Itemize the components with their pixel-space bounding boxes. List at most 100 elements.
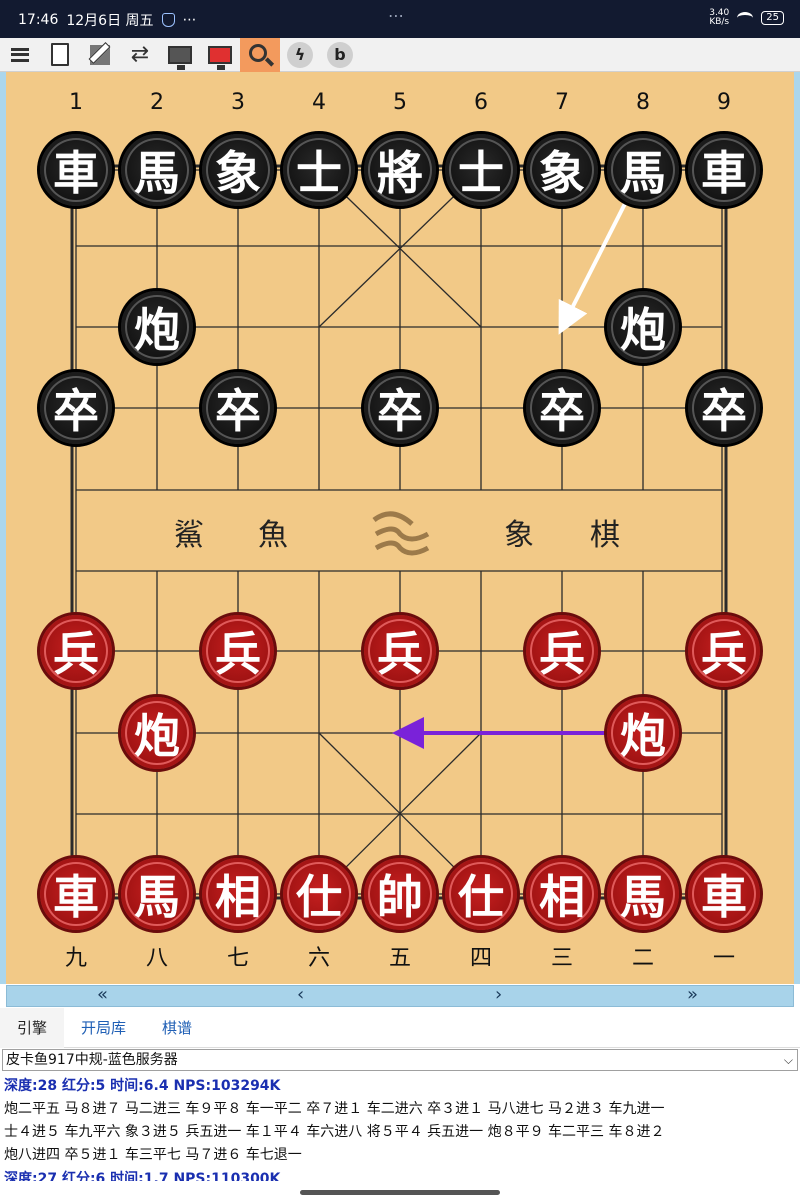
river-text: 象 bbox=[504, 518, 534, 553]
net-speed: 3.40 KB/s bbox=[709, 8, 730, 27]
file-label-top: 6 bbox=[474, 90, 488, 115]
flash-icon: ϟ bbox=[287, 41, 313, 68]
battery-icon: 25 bbox=[761, 11, 784, 25]
next-move-button[interactable]: › bbox=[495, 984, 502, 1005]
edit-icon bbox=[90, 44, 110, 65]
red-chariot[interactable]: 車 bbox=[685, 855, 763, 933]
status-bar: 17:46 12月6日 周五 ⋯ ⋯ 3.40 KB/s 25 bbox=[0, 0, 800, 38]
black-soldier[interactable]: 卒 bbox=[685, 369, 763, 447]
analysis-info-line: 深度:27 红分:6 时间:1.7 NPS:110300K bbox=[4, 1171, 281, 1181]
file-label-bottom: 六 bbox=[307, 946, 330, 971]
red-cannon[interactable]: 炮 bbox=[118, 694, 196, 772]
fish-logo-icon bbox=[372, 511, 430, 556]
menu-icon bbox=[11, 47, 29, 62]
black-advisor[interactable]: 士 bbox=[280, 131, 358, 209]
red-advisor[interactable]: 仕 bbox=[442, 855, 520, 933]
black-cannon[interactable]: 炮 bbox=[604, 288, 682, 366]
flip-board-icon: ⇄ bbox=[130, 42, 150, 67]
red-soldier[interactable]: 兵 bbox=[199, 612, 277, 690]
principal-variation-line: 炮八进四 卒５进１ 车三平七 马７进６ 车七退一 bbox=[4, 1147, 302, 1163]
xiangqi-board[interactable]: 1 2 3 4 5 6 7 8 9 九 八 七 六 五 四 三 二 一 鯊 魚 … bbox=[6, 72, 794, 984]
red-soldier[interactable]: 兵 bbox=[37, 612, 115, 690]
prev-move-button[interactable]: ‹ bbox=[297, 984, 304, 1005]
multitask-handle-icon[interactable]: ⋯ bbox=[388, 6, 406, 25]
file-label-top: 1 bbox=[69, 90, 83, 115]
black-soldier[interactable]: 卒 bbox=[37, 369, 115, 447]
flash-button[interactable]: ϟ bbox=[280, 38, 320, 72]
file-label-bottom: 五 bbox=[388, 946, 411, 971]
file-label-top: 7 bbox=[555, 90, 569, 115]
black-horse[interactable]: 馬 bbox=[604, 131, 682, 209]
toolbar: ⇄ ϟ b bbox=[0, 37, 800, 72]
red-chariot[interactable]: 車 bbox=[37, 855, 115, 933]
black-soldier[interactable]: 卒 bbox=[199, 369, 277, 447]
black-chariot[interactable]: 車 bbox=[685, 131, 763, 209]
status-time: 17:46 bbox=[18, 12, 59, 28]
river-text: 棋 bbox=[590, 518, 620, 553]
file-label-top: 9 bbox=[717, 90, 731, 115]
red-soldier[interactable]: 兵 bbox=[523, 612, 601, 690]
file-label-bottom: 一 bbox=[712, 946, 735, 971]
flip-board-button[interactable]: ⇄ bbox=[120, 38, 160, 72]
black-advisor[interactable]: 士 bbox=[442, 131, 520, 209]
new-game-button[interactable] bbox=[40, 38, 80, 72]
red-soldier[interactable]: 兵 bbox=[685, 612, 763, 690]
menu-button[interactable] bbox=[0, 38, 40, 72]
black-cannon[interactable]: 炮 bbox=[118, 288, 196, 366]
red-elephant[interactable]: 相 bbox=[199, 855, 277, 933]
file-label-bottom: 四 bbox=[469, 946, 492, 971]
computer-black-button[interactable] bbox=[160, 38, 200, 72]
file-label-top: 4 bbox=[312, 90, 326, 115]
computer-red-icon bbox=[208, 45, 232, 70]
principal-variation-line: 炮二平五 马８进７ 马二进三 车９平８ 车一平二 卒７进１ 车二进六 卒３进１ … bbox=[4, 1101, 665, 1117]
last-move-button[interactable]: » bbox=[687, 984, 698, 1005]
red-horse[interactable]: 馬 bbox=[118, 855, 196, 933]
river-text: 鯊 bbox=[174, 518, 204, 553]
river-text: 魚 bbox=[258, 518, 288, 553]
analyze-button[interactable] bbox=[240, 37, 280, 72]
move-navigation-bar: « ‹ › » bbox=[6, 984, 794, 1007]
black-general[interactable]: 將 bbox=[361, 131, 439, 209]
more-notifications-icon: ⋯ bbox=[182, 12, 198, 28]
file-label-bottom: 九 bbox=[64, 946, 87, 971]
tab-engine[interactable]: 引擎 bbox=[0, 1008, 65, 1048]
engine-analysis: 深度:28 红分:5 时间:6.4 NPS:103294K 炮二平五 马８进７ … bbox=[4, 1075, 796, 1181]
black-soldier[interactable]: 卒 bbox=[361, 369, 439, 447]
black-horse[interactable]: 馬 bbox=[118, 131, 196, 209]
tab-opening-book[interactable]: 开局库 bbox=[64, 1008, 143, 1048]
principal-variation-line: 士４进５ 车九平六 象３进５ 兵五进一 车１平４ 车六进八 将５平４ 兵五进一 … bbox=[4, 1124, 665, 1140]
red-advisor[interactable]: 仕 bbox=[280, 855, 358, 933]
red-general[interactable]: 帥 bbox=[361, 855, 439, 933]
red-horse[interactable]: 馬 bbox=[604, 855, 682, 933]
file-label-top: 3 bbox=[231, 90, 245, 115]
engine-select[interactable]: 皮卡鱼917中规-蓝色服务器 ⌵ bbox=[2, 1049, 798, 1071]
b-button[interactable]: b bbox=[320, 38, 360, 72]
engine-select-value: 皮卡鱼917中规-蓝色服务器 bbox=[6, 1052, 178, 1068]
file-label-top: 2 bbox=[150, 90, 164, 115]
status-date: 12月6日 周五 bbox=[66, 13, 154, 29]
file-label-top: 8 bbox=[636, 90, 650, 115]
edit-board-button[interactable] bbox=[80, 38, 120, 72]
black-elephant[interactable]: 象 bbox=[199, 131, 277, 209]
computer-black-icon bbox=[168, 45, 192, 70]
file-label-bottom: 八 bbox=[145, 946, 168, 971]
home-indicator[interactable] bbox=[300, 1190, 500, 1195]
chevron-down-icon: ⌵ bbox=[783, 1053, 793, 1067]
red-elephant[interactable]: 相 bbox=[523, 855, 601, 933]
file-label-bottom: 三 bbox=[550, 946, 573, 971]
file-label-bottom: 二 bbox=[631, 946, 654, 971]
black-soldier[interactable]: 卒 bbox=[523, 369, 601, 447]
new-document-icon bbox=[51, 43, 69, 66]
analysis-info-line: 深度:28 红分:5 时间:6.4 NPS:103294K bbox=[4, 1078, 281, 1094]
black-chariot[interactable]: 車 bbox=[37, 131, 115, 209]
wifi-icon bbox=[737, 12, 754, 24]
first-move-button[interactable]: « bbox=[97, 984, 108, 1005]
tab-game-record[interactable]: 棋谱 bbox=[145, 1008, 209, 1048]
computer-red-button[interactable] bbox=[200, 38, 240, 72]
red-soldier[interactable]: 兵 bbox=[361, 612, 439, 690]
b-icon: b bbox=[327, 41, 353, 68]
app-window: 17:46 12月6日 周五 ⋯ ⋯ 3.40 KB/s 25 ⇄ ϟ b 1 … bbox=[0, 0, 800, 1200]
shield-icon bbox=[161, 13, 175, 27]
black-elephant[interactable]: 象 bbox=[523, 131, 601, 209]
red-cannon[interactable]: 炮 bbox=[604, 694, 682, 772]
